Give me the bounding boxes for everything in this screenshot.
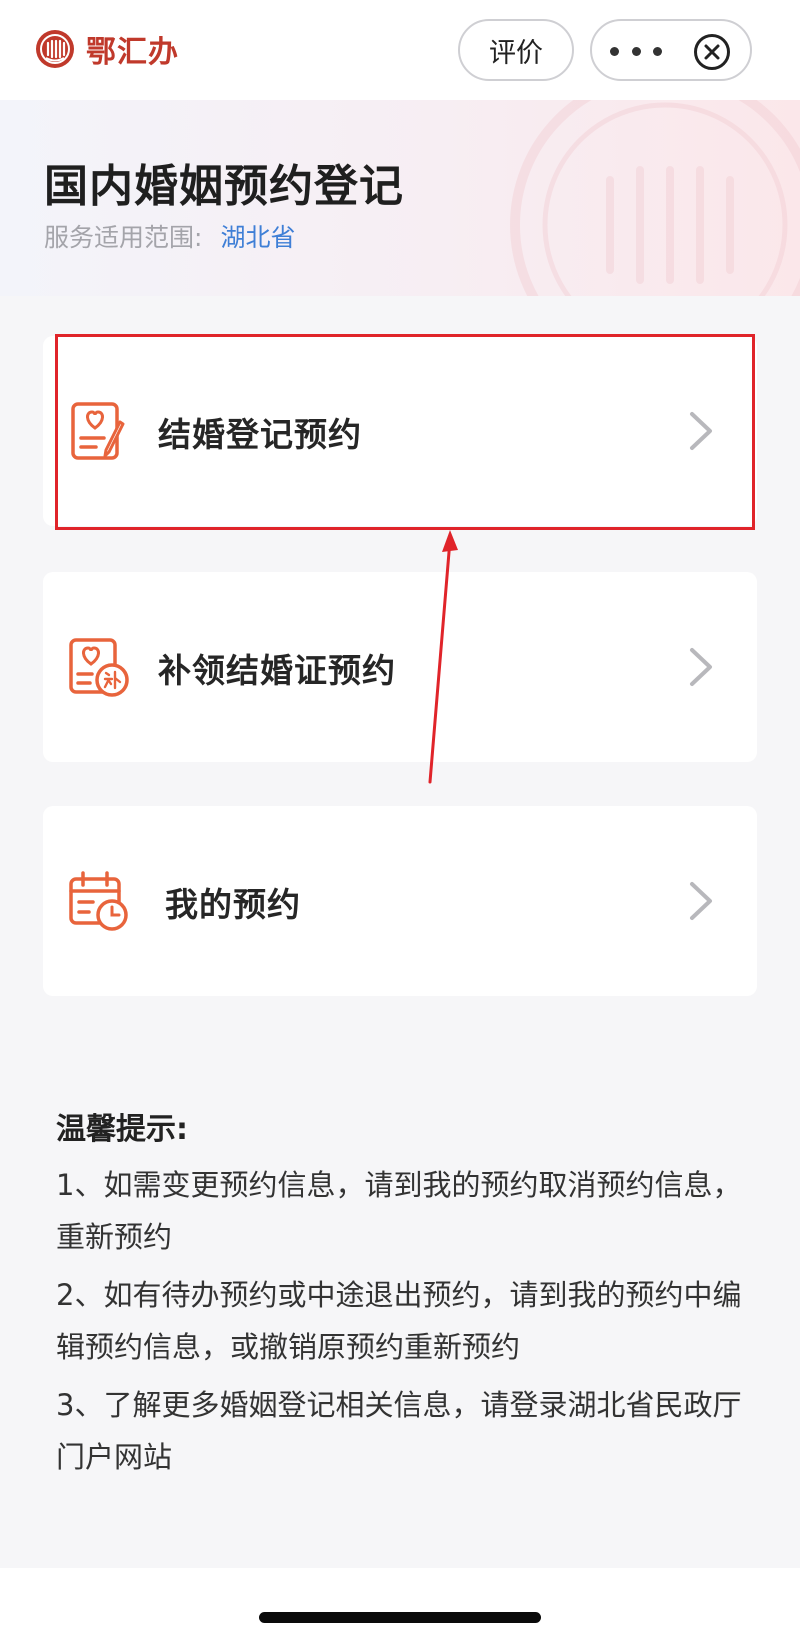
tip-item: 2、如有待办预约或中途退出预约，请到我的预约中编辑预约信息，或撤销原预约重新预约 bbox=[56, 1278, 742, 1364]
page-title: 国内婚姻预约登记 bbox=[44, 161, 404, 212]
annotation-highlight-box bbox=[55, 334, 755, 530]
service-scope-label: 服务适用范围: bbox=[44, 223, 203, 252]
home-indicator[interactable] bbox=[259, 1612, 541, 1623]
brand-name: 鄂汇办 bbox=[86, 35, 179, 70]
service-card-label: 补领结婚证预约 bbox=[158, 651, 396, 690]
heart-document-reissue-icon bbox=[69, 638, 129, 697]
calendar-clock-icon bbox=[69, 871, 128, 931]
close-circle-icon[interactable] bbox=[692, 32, 732, 72]
service-card-label: 我的预约 bbox=[165, 885, 301, 924]
tip-item: 1、如需变更预约信息，请到我的预约取消预约信息，重新预约 bbox=[56, 1168, 742, 1254]
service-card-my-appointments[interactable]: 我的预约 bbox=[43, 806, 757, 996]
page-header: 国内婚姻预约登记 服务适用范围: 湖北省 bbox=[0, 100, 800, 296]
mini-program-capsule bbox=[590, 19, 752, 81]
rate-button-label: 评价 bbox=[489, 37, 543, 69]
brand: 鄂汇办 bbox=[34, 27, 179, 71]
rate-button[interactable]: 评价 bbox=[458, 19, 574, 81]
more-dots-icon[interactable] bbox=[610, 39, 662, 63]
mini-program-nav-bar: 鄂汇办 评价 bbox=[0, 0, 800, 100]
chevron-right-icon bbox=[690, 882, 712, 920]
chevron-right-icon bbox=[690, 648, 712, 686]
tips-section: 温馨提示: 1、如需变更预约信息，请到我的预约取消预约信息，重新预约 2、如有待… bbox=[56, 1107, 761, 1483]
tips-title: 温馨提示: bbox=[56, 1112, 188, 1147]
service-scope-value: 湖北省 bbox=[220, 223, 296, 252]
tip-item: 3、了解更多婚姻登记相关信息，请登录湖北省民政厅门户网站 bbox=[56, 1388, 742, 1474]
annotation-arrow-icon bbox=[428, 530, 458, 784]
bottom-bar bbox=[0, 1568, 800, 1641]
watermark-seal-icon bbox=[510, 100, 800, 296]
service-scope: 服务适用范围: 湖北省 bbox=[44, 218, 295, 254]
emblem-icon bbox=[36, 30, 74, 68]
